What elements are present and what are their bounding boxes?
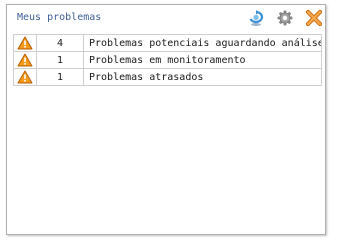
problem-count: 1 xyxy=(36,68,84,86)
row-icon-cell xyxy=(13,68,37,86)
close-button[interactable] xyxy=(305,9,323,27)
row-icon-cell xyxy=(13,51,37,69)
refresh-icon xyxy=(249,10,264,26)
problem-label[interactable]: Problemas atrasados xyxy=(83,68,322,86)
problem-label[interactable]: Problemas potenciais aguardando análise xyxy=(83,34,322,52)
close-icon xyxy=(305,9,323,27)
warning-icon xyxy=(17,53,33,67)
panel-header: Meus problemas xyxy=(7,5,325,31)
table-row[interactable]: 1 Problemas atrasados xyxy=(13,68,322,86)
gear-icon xyxy=(277,10,293,26)
problem-count: 4 xyxy=(36,34,84,52)
row-icon-cell xyxy=(13,34,37,52)
problem-label[interactable]: Problemas em monitoramento xyxy=(83,51,322,69)
problem-count: 1 xyxy=(36,51,84,69)
warning-icon xyxy=(17,36,33,50)
panel-title: Meus problemas xyxy=(17,12,102,23)
warning-icon xyxy=(17,70,33,84)
table-row[interactable]: 1 Problemas em monitoramento xyxy=(13,51,322,69)
problems-table: 4 Problemas potenciais aguardando anális… xyxy=(13,34,322,86)
table-row[interactable]: 4 Problemas potenciais aguardando anális… xyxy=(13,34,322,52)
refresh-button[interactable] xyxy=(247,9,265,27)
settings-button[interactable] xyxy=(276,9,294,27)
my-problems-panel: Meus problemas 4 Problemas potenciais ag… xyxy=(6,4,326,235)
